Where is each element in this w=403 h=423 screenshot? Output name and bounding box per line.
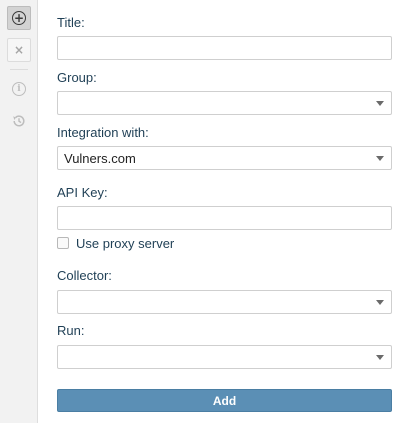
group-label: Group: <box>57 70 97 85</box>
collector-select[interactable] <box>57 290 392 314</box>
integration-select[interactable]: Vulners.com <box>57 146 392 170</box>
collector-label: Collector: <box>57 268 112 283</box>
run-select[interactable] <box>57 345 392 369</box>
chevron-down-icon <box>376 156 384 161</box>
plus-circle-icon: + <box>12 11 26 25</box>
close-icon: × <box>13 43 25 57</box>
info-icon: i <box>12 82 26 96</box>
title-input[interactable] <box>57 36 392 60</box>
use-proxy-label: Use proxy server <box>76 235 175 251</box>
close-button[interactable]: × <box>7 38 31 62</box>
run-label: Run: <box>57 323 85 338</box>
use-proxy-checkbox[interactable] <box>57 237 69 249</box>
history-button[interactable] <box>7 109 31 133</box>
info-button[interactable]: i <box>7 77 31 101</box>
add-button-toolbar[interactable]: + <box>7 6 31 30</box>
add-button[interactable]: Add <box>57 389 392 412</box>
use-proxy-row[interactable]: Use proxy server <box>57 235 174 251</box>
history-icon <box>13 115 25 127</box>
chevron-down-icon <box>376 101 384 106</box>
integration-select-value: Vulners.com <box>64 151 136 166</box>
api-key-label: API Key: <box>57 185 108 200</box>
integration-label: Integration with: <box>57 125 149 140</box>
left-toolbar: + × i <box>0 0 38 423</box>
toolbar-divider <box>10 69 28 70</box>
chevron-down-icon <box>376 300 384 305</box>
title-label: Title: <box>57 15 85 30</box>
chevron-down-icon <box>376 355 384 360</box>
api-key-input[interactable] <box>57 206 392 230</box>
group-select[interactable] <box>57 91 392 115</box>
